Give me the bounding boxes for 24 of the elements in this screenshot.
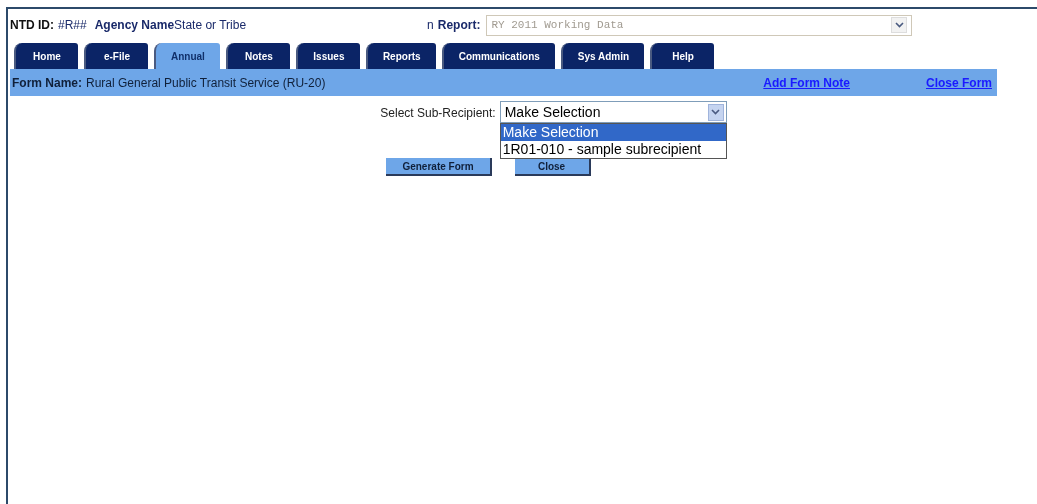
- nav-tab[interactable]: Sys Admin: [560, 43, 645, 69]
- nav-tab[interactable]: Reports: [365, 43, 436, 69]
- nav-tab[interactable]: e-File: [84, 43, 148, 69]
- sub-recipient-label: Select Sub-Recipient:: [380, 105, 496, 122]
- nav-tab[interactable]: Annual: [154, 43, 220, 69]
- form-button[interactable]: Generate Form: [386, 158, 492, 176]
- nav-tab[interactable]: Help: [650, 43, 715, 69]
- ntd-id-label: NTD ID:: [10, 17, 54, 34]
- nav-tab[interactable]: Issues: [295, 43, 360, 69]
- report-label: Report:: [437, 17, 481, 34]
- agency-name-label: Agency Name: [94, 17, 175, 34]
- form-name-value: Rural General Public Transit Service (RU-20): [86, 74, 326, 92]
- form-name-label: Form Name:: [12, 74, 82, 92]
- sub-recipient-select[interactable]: Make Selection: [499, 101, 727, 123]
- dropdown-option[interactable]: Make Selection: [500, 124, 726, 141]
- nav-tab[interactable]: Notes: [225, 43, 290, 69]
- chevron-down-icon: [894, 22, 904, 28]
- chevron-down-icon: [711, 109, 721, 115]
- nav-tab[interactable]: Communications: [441, 43, 555, 69]
- agency-name-fragment: n: [427, 17, 434, 34]
- agency-name-value: State or Tribe: [174, 17, 248, 34]
- ntd-id-value: #R##: [58, 17, 87, 34]
- nav-tab[interactable]: Home: [14, 43, 78, 69]
- dropdown-option[interactable]: 1R01-010 - sample subrecipient: [500, 141, 726, 158]
